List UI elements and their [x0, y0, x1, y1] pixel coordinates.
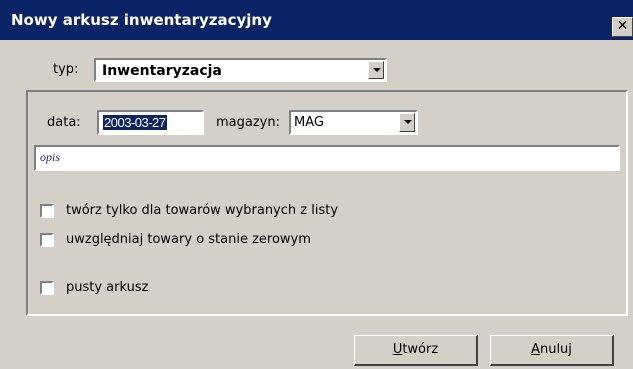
date-value: 2003-03-27 — [103, 115, 167, 130]
checkbox-zero-stock-label[interactable]: uwzględniaj towary o stanie zerowym — [66, 232, 311, 247]
cancel-label: nuluj — [539, 342, 572, 357]
date-field[interactable]: 2003-03-27 — [97, 110, 204, 135]
create-button[interactable]: Utwórz — [354, 335, 478, 366]
create-label: twórz — [402, 342, 439, 357]
typ-value: Inwentaryzacja — [102, 63, 222, 79]
opis-placeholder: opis — [40, 150, 61, 164]
checkbox-empty-sheet[interactable] — [40, 281, 54, 295]
window-title: Nowy arkusz inwentaryzacyjny — [11, 11, 272, 29]
typ-label: typ: — [53, 62, 79, 77]
close-button[interactable]: ✕ — [612, 17, 633, 37]
cancel-mnemonic: A — [531, 342, 540, 357]
chevron-down-icon[interactable] — [399, 113, 415, 132]
magazyn-label: magazyn: — [216, 115, 280, 130]
opis-field[interactable]: opis — [34, 145, 620, 171]
cancel-button[interactable]: Anuluj — [490, 335, 614, 366]
checkbox-only-selected[interactable] — [40, 204, 54, 218]
chevron-down-icon[interactable] — [368, 61, 384, 79]
create-mnemonic: U — [392, 342, 403, 357]
close-icon: ✕ — [616, 18, 629, 34]
checkbox-zero-stock[interactable] — [40, 233, 54, 247]
magazyn-value: MAG — [294, 115, 324, 130]
checkbox-empty-sheet-label[interactable]: pusty arkusz — [66, 280, 148, 295]
title-bar[interactable]: Nowy arkusz inwentaryzacyjny ✕ — [0, 0, 633, 40]
data-label: data: — [47, 115, 81, 130]
magazyn-select[interactable]: MAG — [289, 110, 418, 135]
checkbox-only-selected-label[interactable]: twórz tylko dla towarów wybranych z list… — [66, 203, 338, 218]
typ-select[interactable]: Inwentaryzacja — [94, 58, 387, 82]
